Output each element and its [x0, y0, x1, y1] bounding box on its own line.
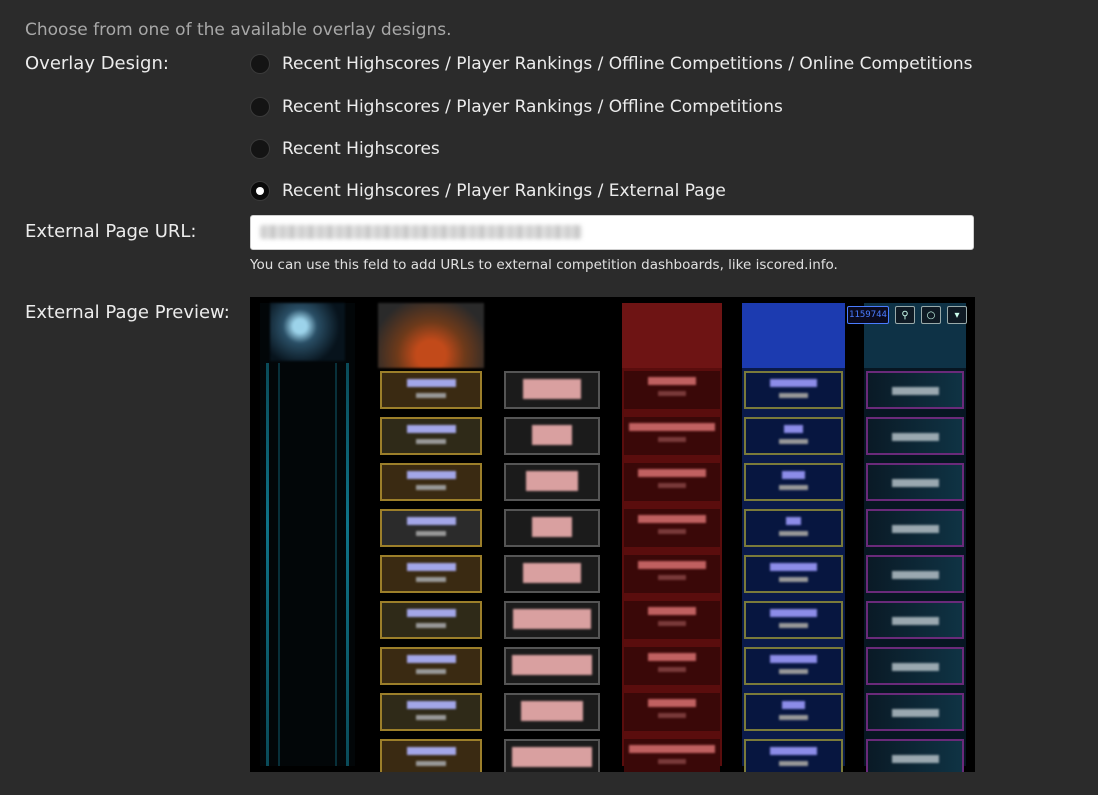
overlay-option-label: Recent Highscores [282, 139, 440, 159]
score-card [866, 739, 964, 772]
score-card [866, 647, 964, 685]
digital-readout: 1159744 [847, 306, 889, 324]
score-card [624, 739, 720, 772]
score-card [744, 693, 843, 731]
overlay-design-label: Overlay Design: [25, 53, 169, 74]
decorative-line [335, 363, 337, 766]
score-card [380, 509, 482, 547]
external-preview-label: External Page Preview: [25, 302, 230, 323]
score-card [504, 601, 600, 639]
preview-column-gold [378, 303, 484, 772]
score-card [504, 371, 600, 409]
overlay-option-4[interactable]: Recent Highscores / Player Rankings / Ex… [250, 178, 726, 204]
decorative-line [266, 363, 269, 766]
game-artwork-image [270, 303, 345, 361]
external-page-preview[interactable]: 1159744 ⚲ ○ ▾ [250, 297, 975, 772]
intro-text: Choose from one of the available overlay… [25, 20, 452, 40]
playfield-image [378, 303, 484, 368]
score-card [624, 417, 720, 455]
score-card [380, 601, 482, 639]
score-card [866, 417, 964, 455]
column-header [622, 303, 722, 368]
decorative-line [278, 363, 280, 766]
score-card [744, 371, 843, 409]
overlay-option-3[interactable]: Recent Highscores [250, 136, 440, 162]
score-card [504, 417, 600, 455]
score-card [504, 739, 600, 772]
preview-column-artwork [260, 303, 355, 766]
score-card [504, 647, 600, 685]
score-card [380, 555, 482, 593]
external-url-label: External Page URL: [25, 221, 197, 242]
decorative-line [346, 363, 349, 766]
score-card [504, 555, 600, 593]
score-card [624, 463, 720, 501]
score-card [866, 601, 964, 639]
score-card [624, 371, 720, 409]
score-card [624, 601, 720, 639]
score-card [744, 601, 843, 639]
preview-column-blue [742, 303, 845, 772]
tag-icon[interactable]: ○ [921, 306, 941, 324]
score-card [744, 555, 843, 593]
score-card [866, 693, 964, 731]
score-card [866, 509, 964, 547]
overlay-option-label: Recent Highscores / Player Rankings / Of… [282, 97, 783, 117]
score-card [380, 693, 482, 731]
score-card [380, 463, 482, 501]
score-card [866, 463, 964, 501]
score-card [866, 371, 964, 409]
radio-button[interactable] [250, 97, 270, 117]
score-card [380, 417, 482, 455]
external-url-help: You can use this feld to add URLs to ext… [250, 257, 838, 273]
score-card [744, 647, 843, 685]
preview-toolbar: 1159744 ⚲ ○ ▾ [847, 306, 967, 324]
column-header [742, 303, 845, 368]
score-card [624, 509, 720, 547]
radio-button[interactable] [250, 54, 270, 74]
score-card [380, 371, 482, 409]
score-card [744, 463, 843, 501]
score-card [504, 509, 600, 547]
overlay-option-label: Recent Highscores / Player Rankings / Ex… [282, 181, 726, 201]
score-card [504, 693, 600, 731]
score-card [866, 555, 964, 593]
overlay-option-label: Recent Highscores / Player Rankings / Of… [282, 54, 973, 74]
dropdown-icon[interactable]: ▾ [947, 306, 967, 324]
radio-button[interactable] [250, 139, 270, 159]
score-card [380, 647, 482, 685]
score-card [624, 555, 720, 593]
score-card [744, 509, 843, 547]
overlay-option-2[interactable]: Recent Highscores / Player Rankings / Of… [250, 94, 783, 120]
score-card [380, 739, 482, 772]
score-card [504, 463, 600, 501]
preview-column-initials [502, 303, 602, 772]
preview-column-teal [864, 303, 966, 772]
score-card [624, 647, 720, 685]
score-card [624, 693, 720, 731]
score-card [744, 417, 843, 455]
blurred-url-text [260, 225, 582, 239]
radio-button-selected[interactable] [250, 181, 270, 201]
overlay-option-1[interactable]: Recent Highscores / Player Rankings / Of… [250, 51, 973, 77]
preview-column-red [622, 303, 722, 772]
score-card [744, 739, 843, 772]
search-icon[interactable]: ⚲ [895, 306, 915, 324]
